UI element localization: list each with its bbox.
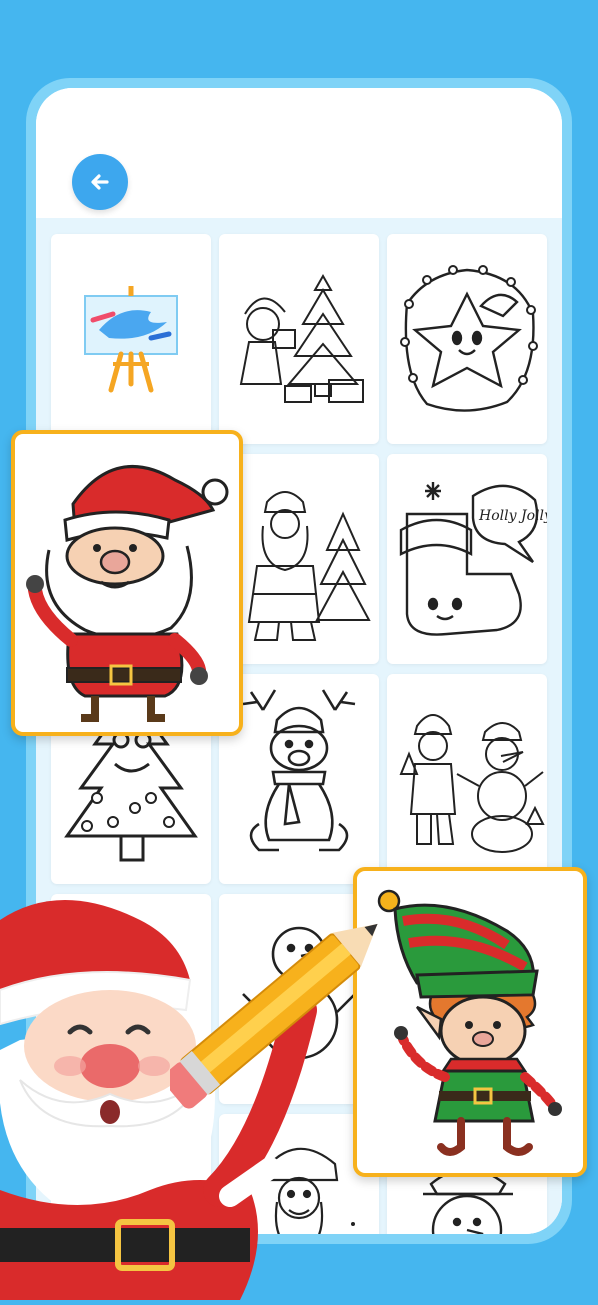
coloring-tile-star[interactable]: [387, 234, 547, 444]
coloring-tile-reindeer[interactable]: [219, 674, 379, 884]
coloring-tile-holly-jolly[interactable]: Holly Jolly: [387, 454, 547, 664]
boy-snowman-drawing: [399, 714, 545, 853]
girl-tree-drawing: [239, 273, 364, 403]
top-bar: [36, 88, 562, 218]
holly-jolly-drawing: Holly Jolly: [399, 482, 547, 636]
coloring-tile-santa-tree[interactable]: [219, 454, 379, 664]
santa-tree-drawing: [247, 491, 371, 641]
featured-santa-card[interactable]: [11, 430, 243, 736]
reindeer-drawing: [242, 689, 356, 852]
back-button[interactable]: [72, 154, 128, 210]
colored-santa-illustration: [26, 465, 229, 722]
star-drawing: [400, 265, 538, 412]
arrow-left-icon: [91, 174, 109, 190]
easel-icon: [84, 286, 178, 393]
coloring-tile-girl-tree[interactable]: [219, 234, 379, 444]
coloring-tile-boy-snowman[interactable]: [387, 674, 547, 884]
holly-jolly-text: Holly Jolly: [478, 508, 547, 524]
new-drawing-tile[interactable]: [51, 234, 211, 444]
pencil-icon: [162, 880, 410, 1120]
